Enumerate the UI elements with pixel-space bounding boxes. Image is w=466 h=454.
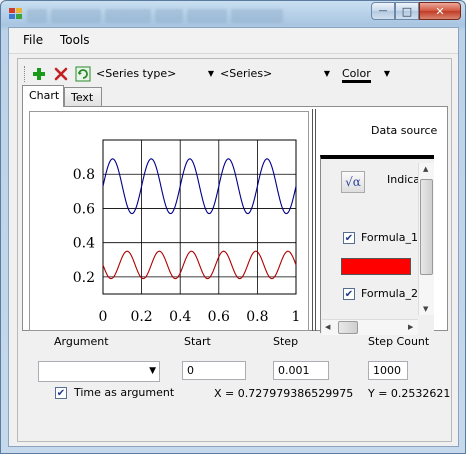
data-source-label: Data source [371,124,438,137]
scroll-right-icon[interactable]: ▶ [408,323,413,331]
scroll-left-icon[interactable]: ◀ [325,323,330,331]
time-argument-label: Time as argument [74,386,175,399]
chart: 0 0.2 0.4 0.6 0.8 1 0.2 0.4 0.6 0.8 [73,139,301,325]
argument-label: Argument [54,335,109,348]
app-icon [9,8,22,19]
editor-panel: <Series type> ▼ <Series> ▼ Color ▼ Chart… [17,58,452,442]
start-input[interactable]: 0 [182,361,246,380]
x-tick-label: 0 [99,309,108,325]
step-count-label: Step Count [368,335,430,348]
formula-button[interactable]: √α [341,171,365,193]
scroll-down-icon[interactable]: ▼ [423,305,428,313]
series-type-dropdown[interactable]: <Series type> ▼ [96,65,216,83]
sqrt-alpha-icon: √α [345,175,361,189]
x-tick-label: 0.8 [246,309,268,325]
delete-button[interactable] [52,65,70,83]
toolbar: <Series type> ▼ <Series> ▼ Color ▼ [22,63,448,85]
tab-chart[interactable]: Chart [22,85,64,107]
checkmark-icon: ✔ [56,387,66,399]
step-label: Step [273,335,299,348]
add-button[interactable] [30,65,48,83]
formula2-checkbox[interactable]: ✔ [343,288,355,300]
tab-text-label: Text [71,91,94,104]
color-label: Color [342,67,371,83]
checkmark-icon: ✔ [344,288,354,300]
client-area: File Tools <Series type> ▼ <Series> ▼ Co… [8,27,459,447]
menu-file[interactable]: File [23,33,43,47]
x-tick-label: 0.2 [130,309,152,325]
main-window: — □ ✕ File Tools <Series type> ▼ <Series… [0,0,466,454]
formula1-color-swatch[interactable] [341,258,411,275]
formula1-checkbox[interactable]: ✔ [343,232,355,244]
series-type-value: <Series type> [96,67,177,80]
title-bar[interactable]: — □ ✕ [1,1,465,27]
x-tick-label: 0.4 [169,309,191,325]
color-dropdown[interactable]: Color ▼ [342,65,392,83]
vertical-scrollbar[interactable]: ▲ ▼ [418,163,434,315]
time-argument-checkbox[interactable]: ✔ [55,387,67,399]
chevron-down-icon: ▼ [323,69,330,78]
x-tick-label: 0.6 [208,309,230,325]
maximize-button[interactable]: □ [395,2,419,20]
tab-text[interactable]: Text [64,87,102,107]
indicator-label: Indica [387,173,421,186]
formula2-label: Formula_2 [361,287,418,300]
chevron-down-icon: ▼ [383,69,390,78]
y-tick-label: 0.4 [73,236,95,252]
argument-value [39,366,45,372]
chart-area: 0 0.2 0.4 0.6 0.8 1 0.2 0.4 0.6 0.8 [29,111,309,331]
y-readout: Y = 0.2532621 [368,387,451,400]
data-source-panel: √α Indica ✔ Formula_1 ✔ Formula_2 ▲ ▼ ◀ … [320,155,434,335]
blurred-title-strip [27,9,283,23]
checkmark-icon: ✔ [344,232,354,244]
series-value: <Series> [220,67,273,80]
start-label: Start [184,335,211,348]
menu-tools[interactable]: Tools [60,33,90,47]
series-dropdown[interactable]: <Series> ▼ [220,65,332,83]
scroll-up-icon[interactable]: ▲ [423,165,428,173]
plot-frame [102,139,297,295]
y-tick-label: 0.8 [73,167,95,183]
minimize-button[interactable]: — [371,2,395,20]
formula1-label: Formula_1 [361,231,418,244]
refresh-icon [75,66,91,82]
argument-dropdown[interactable]: ▼ [38,361,160,382]
maximize-icon: □ [401,4,413,18]
y-tick-label: 0.2 [73,270,95,286]
delete-x-icon [54,67,68,81]
chevron-down-icon: ▼ [149,366,156,376]
toolbar-grip[interactable] [24,66,27,82]
close-icon: ✕ [435,4,445,18]
x-readout: X = 0.727979386529975 [214,387,354,400]
chart-tab-panel: 0 0.2 0.4 0.6 0.8 1 0.2 0.4 0.6 0.8 Data source √… [22,106,448,335]
minimize-icon: — [378,6,388,16]
refresh-button[interactable] [74,65,92,83]
y-tick-label: 0.6 [73,201,95,217]
step-input[interactable]: 0.001 [273,361,329,380]
range-settings: Argument Start Step Step Count ▼ 0 0.001… [18,331,453,441]
close-button[interactable]: ✕ [419,2,461,20]
x-tick-label: 1 [292,309,301,325]
splitter[interactable] [312,109,316,331]
tab-chart-label: Chart [29,89,60,102]
step-count-input[interactable]: 1000 [368,361,408,380]
vertical-scroll-thumb[interactable] [420,179,433,275]
chevron-down-icon: ▼ [207,69,214,78]
menu-bar: File Tools [9,28,458,54]
plus-icon [33,68,45,80]
